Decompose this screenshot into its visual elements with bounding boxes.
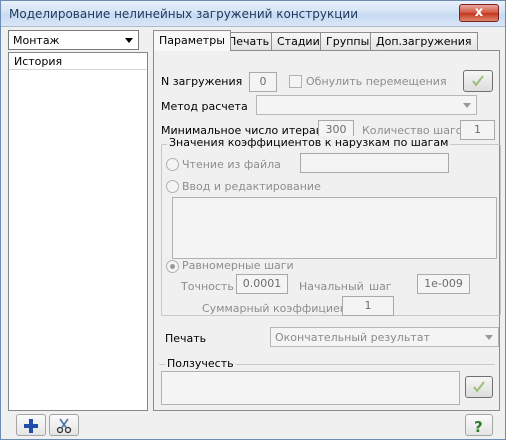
coef-group-title: Значения коэффициентов к нарузкам по шаг…: [167, 136, 451, 149]
initial-step-label-2: шаг: [369, 280, 392, 293]
reset-displacements-checkbox[interactable]: [289, 75, 302, 88]
calc-method-select[interactable]: [256, 95, 477, 115]
print-select-value: Окончательный результат: [275, 331, 430, 344]
apply-load-button[interactable]: [463, 70, 493, 92]
steps-count-field[interactable]: 1: [460, 120, 495, 140]
read-from-file-field[interactable]: [300, 153, 449, 173]
tab-parameters-label: Параметры: [159, 34, 225, 47]
dialog-window: Моделирование нелинейных загружений конс…: [0, 0, 506, 440]
plus-icon: [24, 419, 38, 433]
input-edit-radio[interactable]: [166, 180, 179, 193]
initial-step-label: Начальный: [299, 280, 364, 293]
chevron-down-icon: [485, 335, 493, 340]
cut-button[interactable]: [49, 414, 79, 436]
mode-select-value: Монтаж: [13, 34, 60, 47]
chevron-down-icon: [125, 38, 133, 43]
coef-textarea[interactable]: [172, 197, 497, 259]
close-button[interactable]: x: [459, 4, 499, 22]
uniform-steps-label: Равномерные шаги: [182, 259, 294, 272]
help-button[interactable]: ?: [465, 414, 493, 436]
read-from-file-radio[interactable]: [166, 158, 179, 171]
tab-stages-label: Стадии: [277, 35, 320, 48]
apply-creep-button[interactable]: [465, 376, 493, 398]
checkmark-icon: [472, 75, 484, 87]
print-select[interactable]: Окончательный результат: [270, 327, 499, 347]
tab-stages[interactable]: Стадии: [271, 32, 326, 50]
history-divider: [9, 69, 147, 70]
accuracy-label: Точность: [181, 280, 234, 293]
reset-displacements-label: Обнулить перемещения: [306, 75, 447, 88]
chevron-down-icon: [463, 103, 471, 108]
tab-groups-label: Группы: [326, 35, 370, 48]
history-label: История: [14, 55, 63, 68]
print-label: Печать: [165, 332, 207, 345]
load-number-field[interactable]: 0: [249, 72, 277, 92]
calc-method-label: Метод расчета: [161, 100, 248, 113]
initial-step-field[interactable]: 1e-009: [417, 274, 470, 294]
uniform-steps-radio[interactable]: [166, 260, 179, 273]
tab-parameters[interactable]: Параметры: [153, 30, 231, 51]
tab-extra-loads[interactable]: Доп.загружения: [370, 32, 478, 50]
help-icon: ?: [474, 418, 483, 434]
creep-title: Ползучесть: [165, 357, 236, 370]
add-button[interactable]: [16, 414, 46, 436]
tab-groups[interactable]: Группы: [320, 32, 376, 50]
creep-textarea[interactable]: [161, 371, 460, 405]
input-edit-label: Ввод и редактирование: [182, 180, 321, 193]
tab-extra-loads-label: Доп.загружения: [376, 35, 472, 48]
load-number-label: N загружения: [161, 75, 243, 88]
window-title: Моделирование нелинейных загружений конс…: [9, 7, 358, 21]
total-coef-field[interactable]: 1: [342, 296, 394, 316]
read-from-file-label: Чтение из файла: [182, 158, 281, 171]
scissors-icon: [56, 418, 72, 434]
close-icon: x: [474, 5, 484, 20]
tab-print-label: Печать: [228, 35, 270, 48]
svg-text:?: ?: [474, 418, 483, 434]
checkmark-icon: [473, 381, 485, 393]
mode-select[interactable]: Монтаж: [8, 30, 139, 50]
total-coef-label: Суммарный коэффициент: [202, 302, 354, 315]
title-bar[interactable]: Моделирование нелинейных загружений конс…: [1, 1, 505, 27]
history-list[interactable]: История: [8, 52, 148, 411]
accuracy-field[interactable]: 0.0001: [236, 274, 288, 294]
